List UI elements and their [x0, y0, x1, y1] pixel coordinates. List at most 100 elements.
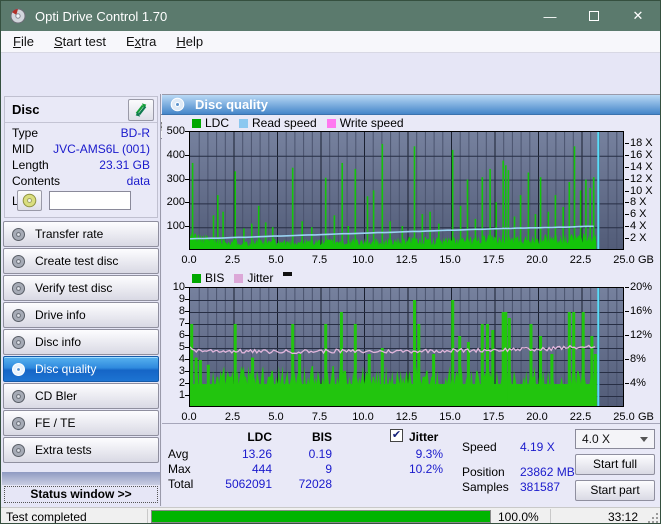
x-axis-label: 5.0	[268, 411, 284, 423]
x-axis-label: 7.5	[311, 254, 328, 266]
sidebar-item-drive-info[interactable]: Drive info	[3, 302, 159, 328]
disc-icon	[12, 227, 25, 241]
sidebar-item-extra-tests[interactable]: Extra tests	[3, 437, 159, 463]
y-left-label: 400	[166, 148, 185, 161]
sidebar-item-create-test-disc[interactable]: Create test disc	[3, 248, 159, 274]
axis-tick	[625, 335, 629, 336]
axis-tick	[625, 166, 629, 168]
maximize-icon	[589, 11, 599, 21]
y-left-label: 10	[172, 281, 185, 293]
stats-speed-select[interactable]: 4.0 X	[575, 429, 655, 449]
axis-tick	[185, 347, 189, 348]
sidebar-item-cd-bler[interactable]: CD Bler	[3, 383, 159, 409]
x-axis-label: 15.0	[439, 411, 461, 423]
info-value: data	[126, 174, 150, 188]
elapsed-time: 33:12	[607, 510, 638, 524]
bis-jitter-legend: BIS Jitter	[192, 271, 293, 285]
sidebar-item-disc-info[interactable]: Disc info	[3, 329, 159, 355]
label-input[interactable]	[49, 191, 132, 210]
stat-ldc-value: 5062091	[225, 477, 272, 491]
y-right-label: 20%	[630, 281, 653, 293]
disc-info-list: Type BD-R MID JVC-AMS6L (001) Length 23.31 GB…	[5, 125, 157, 189]
menu-item-start-test[interactable]: Start test	[44, 32, 116, 51]
window-title: Opti Drive Control 1.70	[35, 8, 168, 24]
resize-grip[interactable]	[648, 513, 658, 523]
y-left-label: 7	[178, 317, 185, 329]
disc-info-row-type: Type BD-R	[5, 125, 157, 141]
chart-section: Disc quality LDC BIS ✔ Jitter Avg 13.26 0.…	[162, 94, 660, 507]
stat-jitter-value: 10.2%	[408, 462, 443, 476]
app-disc-icon	[10, 8, 26, 24]
disc-icon	[12, 254, 25, 268]
sidebar-item-label: FE / TE	[35, 416, 76, 430]
stat-row-label: Avg	[168, 447, 189, 461]
statusbar-separator	[147, 509, 148, 523]
stats-info-value-samples: 381587	[520, 480, 561, 494]
jitter-checkbox[interactable]: ✔	[390, 429, 403, 442]
disc-info-row-mid: MID JVC-AMS6L (001)	[5, 141, 157, 157]
close-button[interactable]: ✕	[616, 1, 660, 31]
y-left-label: 8	[178, 305, 185, 317]
x-axis-label: 10.0	[352, 254, 374, 266]
axis-tick	[185, 335, 189, 336]
y-left-label: 2	[178, 377, 185, 389]
y-left-label: 4	[178, 353, 185, 365]
y-left-label: 200	[166, 196, 185, 209]
axis-tick	[625, 287, 629, 288]
legend-label: Write speed	[339, 116, 404, 130]
jitter-checkbox-label: Jitter	[409, 430, 439, 444]
sidebar-item-fe-te[interactable]: FE / TE	[3, 410, 159, 436]
disc-icon	[12, 389, 25, 403]
stat-ldc-value: 13.26	[241, 447, 272, 461]
axis-tick	[625, 311, 629, 312]
axis-tick	[185, 226, 189, 228]
x-axis-label: 12.5	[395, 411, 418, 423]
axis-tick	[625, 190, 629, 192]
status-window-button[interactable]: Status window >>	[4, 486, 158, 503]
status-text: Test completed	[6, 510, 87, 524]
menu-item-help[interactable]: Help	[166, 32, 213, 51]
stat-row-label: Total	[168, 477, 194, 491]
axis-tick	[185, 131, 189, 132]
sidebar-item-label: Drive info	[35, 308, 86, 322]
stat-bis-value: 72028	[298, 477, 332, 491]
x-axis-label: 2.5	[224, 254, 241, 266]
start-full-button[interactable]: Start full	[575, 454, 655, 475]
menu-item-extra[interactable]: Extra	[116, 32, 166, 51]
sidebar-item-transfer-rate[interactable]: Transfer rate	[3, 221, 159, 247]
axis-tick	[625, 383, 629, 384]
sidebar-band	[2, 472, 160, 485]
sidebar-item-disc-quality[interactable]: Disc quality	[3, 356, 159, 382]
x-axis-label: 17.5	[482, 411, 505, 423]
axis-tick	[185, 323, 189, 324]
x-axis-label: 0.0	[181, 411, 197, 423]
sidebar-item-verify-test-disc[interactable]: Verify test disc	[3, 275, 159, 301]
x-axis-label: 10.0	[352, 411, 374, 423]
y-right-label: 16 X	[630, 148, 653, 161]
panel-title: Disc quality	[195, 97, 268, 112]
ldc-read-speed-legend: LDC Read speed Write speed	[192, 116, 414, 130]
x-axis-label: 12.5	[395, 254, 418, 266]
disc-info-row-contents: Contents data	[5, 173, 157, 189]
x-axis-label: 25.0	[613, 411, 635, 423]
axis-tick	[625, 226, 629, 228]
legend-marker	[283, 272, 293, 276]
menu-item-file[interactable]: File	[3, 32, 44, 51]
write-label-button[interactable]	[17, 190, 42, 211]
maximize-button[interactable]	[572, 1, 616, 31]
y-right-label: 2 X	[630, 232, 647, 245]
rescan-icon	[135, 103, 147, 117]
axis-tick	[625, 359, 629, 360]
minimize-button[interactable]: —	[528, 1, 572, 31]
disc-icon	[12, 416, 25, 430]
axis-tick	[185, 371, 189, 372]
sidebar-item-label: Extra tests	[35, 443, 92, 457]
x-axis-unit: GB	[638, 254, 654, 266]
disc-refresh-button[interactable]	[128, 99, 154, 121]
start-part-button[interactable]: Start part	[575, 480, 655, 501]
x-axis-label: 7.5	[311, 411, 328, 423]
status-bar: Test completed 100.0% 33:12	[1, 507, 660, 524]
legend-swatch-write-speed	[326, 118, 336, 128]
stats-info-label-speed: Speed	[462, 440, 497, 454]
stats-col-ldc: LDC	[247, 430, 272, 444]
